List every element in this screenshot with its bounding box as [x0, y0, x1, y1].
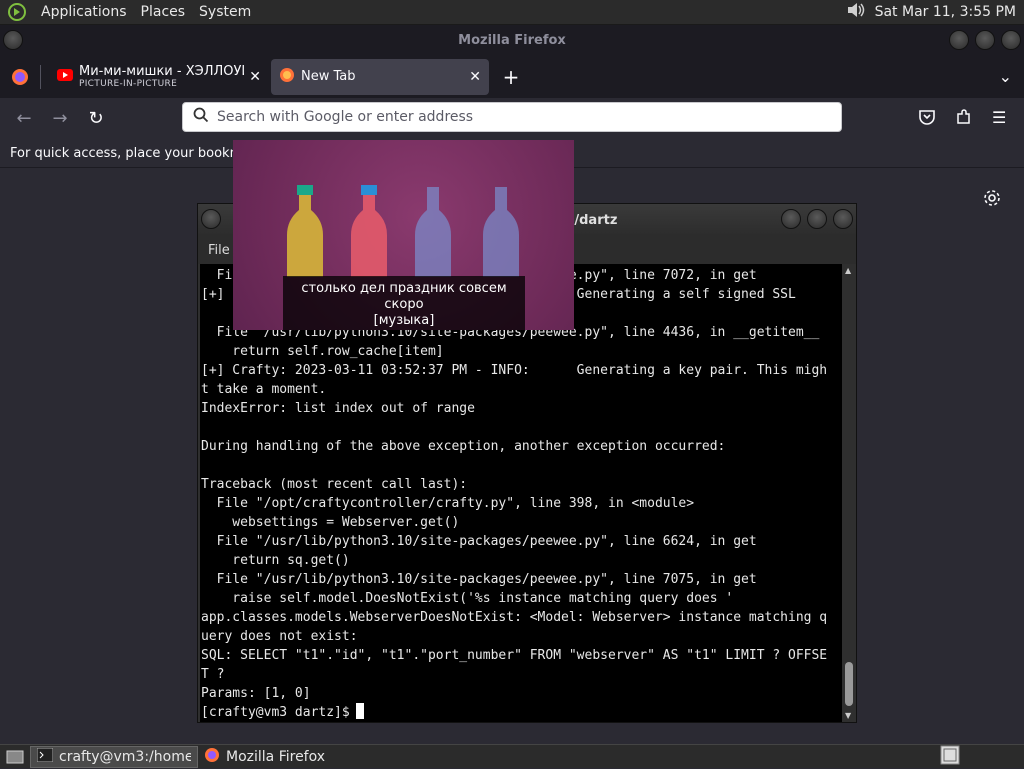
url-bar[interactable]: Search with Google or enter address — [182, 102, 842, 132]
tab-youtube[interactable]: Ми-ми-мишки - ХЭЛЛОУИН PICTURE-IN-PICTUR… — [49, 59, 269, 95]
subtitle-line: столько дел праздник совсем скоро — [301, 281, 507, 312]
back-icon[interactable]: ← — [8, 103, 40, 135]
terminal-menu-button[interactable] — [201, 209, 221, 229]
applications-menu[interactable]: Applications — [34, 4, 134, 20]
taskbar-label: crafty@vm3:/home/... — [59, 748, 191, 765]
taskbar-terminal[interactable]: crafty@vm3:/home/... — [30, 745, 198, 768]
tab-bar: Ми-ми-мишки - ХЭЛЛОУИН PICTURE-IN-PICTUR… — [0, 55, 1024, 98]
tab-new-tab[interactable]: New Tab ✕ — [271, 58, 489, 95]
top-panel: Applications Places System Sat Mar 11, 3… — [0, 0, 1024, 25]
terminal-line: File "/usr/lib/python3.10/site-packages/… — [201, 534, 757, 549]
empty-bottle — [483, 187, 519, 277]
hamburger-menu-icon[interactable]: ☰ — [992, 108, 1006, 127]
youtube-icon — [57, 68, 73, 85]
scroll-up-icon[interactable]: ▲ — [845, 266, 851, 275]
terminal-line: IndexError: list index out of range — [201, 401, 475, 416]
pip-subtitle: столько дел праздник совсем скоро [музык… — [283, 276, 525, 330]
terminal-line: t take a moment. — [201, 382, 327, 397]
maximize-button[interactable] — [975, 30, 995, 50]
terminal-icon — [36, 747, 54, 766]
tab-label: New Tab — [301, 69, 356, 84]
navigation-bar: ← → ↻ Search with Google or enter addres… — [0, 98, 1024, 139]
terminal-line: [+] Crafty: 2023-03-11 03:52:37 PM - INF… — [201, 363, 828, 378]
terminal-line: return self.row_cache[item] — [201, 344, 444, 359]
close-tab-icon[interactable]: ✕ — [249, 69, 261, 85]
clock[interactable]: Sat Mar 11, 3:55 PM — [875, 4, 1016, 20]
workspace-switcher-icon[interactable] — [940, 745, 960, 769]
url-placeholder: Search with Google or enter address — [217, 109, 474, 125]
minimize-button[interactable] — [949, 30, 969, 50]
terminal-line: Traceback (most recent call last): — [201, 477, 468, 492]
terminal-line: SQL: SELECT "t1"."id", "t1"."port_number… — [201, 648, 828, 663]
extensions-icon[interactable] — [955, 108, 973, 130]
terminal-line: Params: [1, 0] — [201, 686, 311, 701]
window-title: Mozilla Firefox — [458, 32, 566, 48]
tab-sublabel: PICTURE-IN-PICTURE — [79, 79, 178, 89]
volume-icon[interactable] — [845, 0, 867, 24]
close-window-button[interactable] — [1001, 30, 1021, 50]
terminal-scrollbar[interactable]: ▲ ▼ — [843, 264, 855, 722]
terminal-line: During handling of the above exception, … — [201, 439, 726, 454]
subtitle-line: [музыка] — [373, 313, 435, 328]
terminal-minimize-button[interactable] — [781, 209, 801, 229]
terminal-line: uery does not exist: — [201, 629, 358, 644]
bottom-taskbar: crafty@vm3:/home/... Mozilla Firefox — [0, 744, 1024, 768]
terminal-line: app.classes.models.WebserverDoesNotExist… — [201, 610, 828, 625]
terminal-line: return sq.get() — [201, 553, 350, 568]
terminal-line: File "/opt/craftycontroller/crafty.py", … — [201, 496, 695, 511]
show-desktop-icon[interactable] — [0, 749, 30, 765]
gnome-logo-icon[interactable] — [6, 1, 28, 23]
terminal-line: websettings = Webserver.get() — [201, 515, 460, 530]
tab-label: Ми-ми-мишки - ХЭЛЛОУИН — [79, 64, 244, 79]
bookmarks-hint: For quick access, place your bookmarks h… — [10, 145, 240, 161]
red-bottle — [351, 185, 387, 277]
terminal-cursor — [355, 703, 364, 719]
terminal-maximize-button[interactable] — [807, 209, 827, 229]
firefox-titlebar: Mozilla Firefox — [0, 25, 1024, 55]
firefox-icon — [279, 67, 295, 87]
search-icon — [193, 107, 209, 127]
terminal-line: raise self.model.DoesNotExist('%s instan… — [201, 591, 734, 606]
gear-icon[interactable] — [982, 188, 1004, 210]
terminal-close-button[interactable] — [833, 209, 853, 229]
terminal-line: File "/usr/lib/python3.10/site-packages/… — [201, 572, 757, 587]
close-tab-icon[interactable]: ✕ — [469, 69, 481, 85]
yellow-bottle — [287, 185, 323, 277]
list-all-tabs-icon[interactable]: ⌄ — [999, 67, 1012, 86]
terminal-prompt: [crafty@vm3 dartz]$ — [201, 705, 350, 720]
taskbar-label: Mozilla Firefox — [226, 748, 326, 765]
firefox-view-icon[interactable] — [0, 68, 40, 86]
terminal-output[interactable]: File "/usr/lib/python3.10/site-packages/… — [200, 264, 842, 722]
file-menu[interactable]: File — [208, 243, 230, 258]
system-menu[interactable]: System — [192, 4, 258, 20]
window-menu-button[interactable] — [3, 30, 23, 50]
reload-icon[interactable]: ↻ — [80, 103, 112, 135]
forward-icon[interactable]: → — [44, 103, 76, 135]
picture-in-picture-video[interactable]: столько дел праздник совсем скоро [музык… — [233, 140, 574, 330]
terminal-line: T ? — [201, 667, 225, 682]
pocket-icon[interactable] — [918, 108, 936, 130]
taskbar-firefox[interactable]: Mozilla Firefox — [198, 746, 331, 768]
scroll-down-icon[interactable]: ▼ — [845, 711, 851, 720]
terminal-prompt-line[interactable]: [crafty@vm3 dartz]$ — [201, 703, 842, 722]
places-menu[interactable]: Places — [134, 4, 193, 20]
scroll-thumb[interactable] — [845, 662, 853, 706]
new-tab-button[interactable]: + — [489, 65, 533, 89]
empty-bottle — [415, 187, 451, 277]
firefox-icon — [204, 747, 220, 767]
